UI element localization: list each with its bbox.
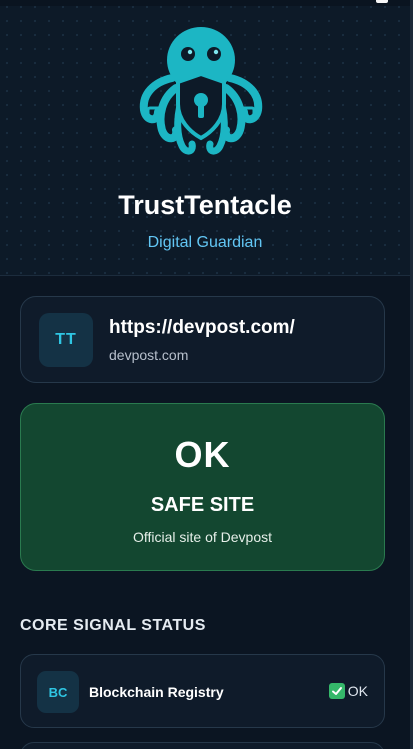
verdict-card: OK SAFE SITE Official site of Devpost [20, 403, 385, 571]
current-site-card: TT https://devpost.com/ devpost.com [20, 296, 385, 383]
signal-status: OK [328, 683, 368, 699]
signal-icon: BC [37, 671, 79, 713]
close-handle[interactable] [376, 0, 388, 3]
header-hero: TrustTentacle Digital Guardian [0, 0, 410, 276]
top-strip [0, 0, 410, 6]
app-tagline: Digital Guardian [147, 234, 263, 251]
site-url: https://devpost.com/ [109, 317, 295, 338]
verdict-status: OK [174, 434, 231, 475]
verdict-title: SAFE SITE [150, 494, 255, 516]
signal-row-next[interactable] [20, 742, 385, 749]
site-domain: devpost.com [109, 347, 189, 363]
signal-label: Blockchain Registry [89, 684, 224, 700]
signal-status-text: OK [347, 683, 368, 699]
signal-row-blockchain[interactable]: BC Blockchain Registry OK [20, 654, 385, 728]
octopus-shield-logo-icon [139, 27, 263, 155]
section-title-core-signals: CORE SIGNAL STATUS [20, 617, 206, 634]
extension-popup: TrustTentacle Digital Guardian TT https:… [0, 0, 413, 749]
app-title: TrustTentacle [118, 190, 292, 220]
verdict-description: Official site of Devpost [132, 529, 273, 545]
site-avatar: TT [39, 313, 93, 367]
check-icon [328, 683, 345, 699]
